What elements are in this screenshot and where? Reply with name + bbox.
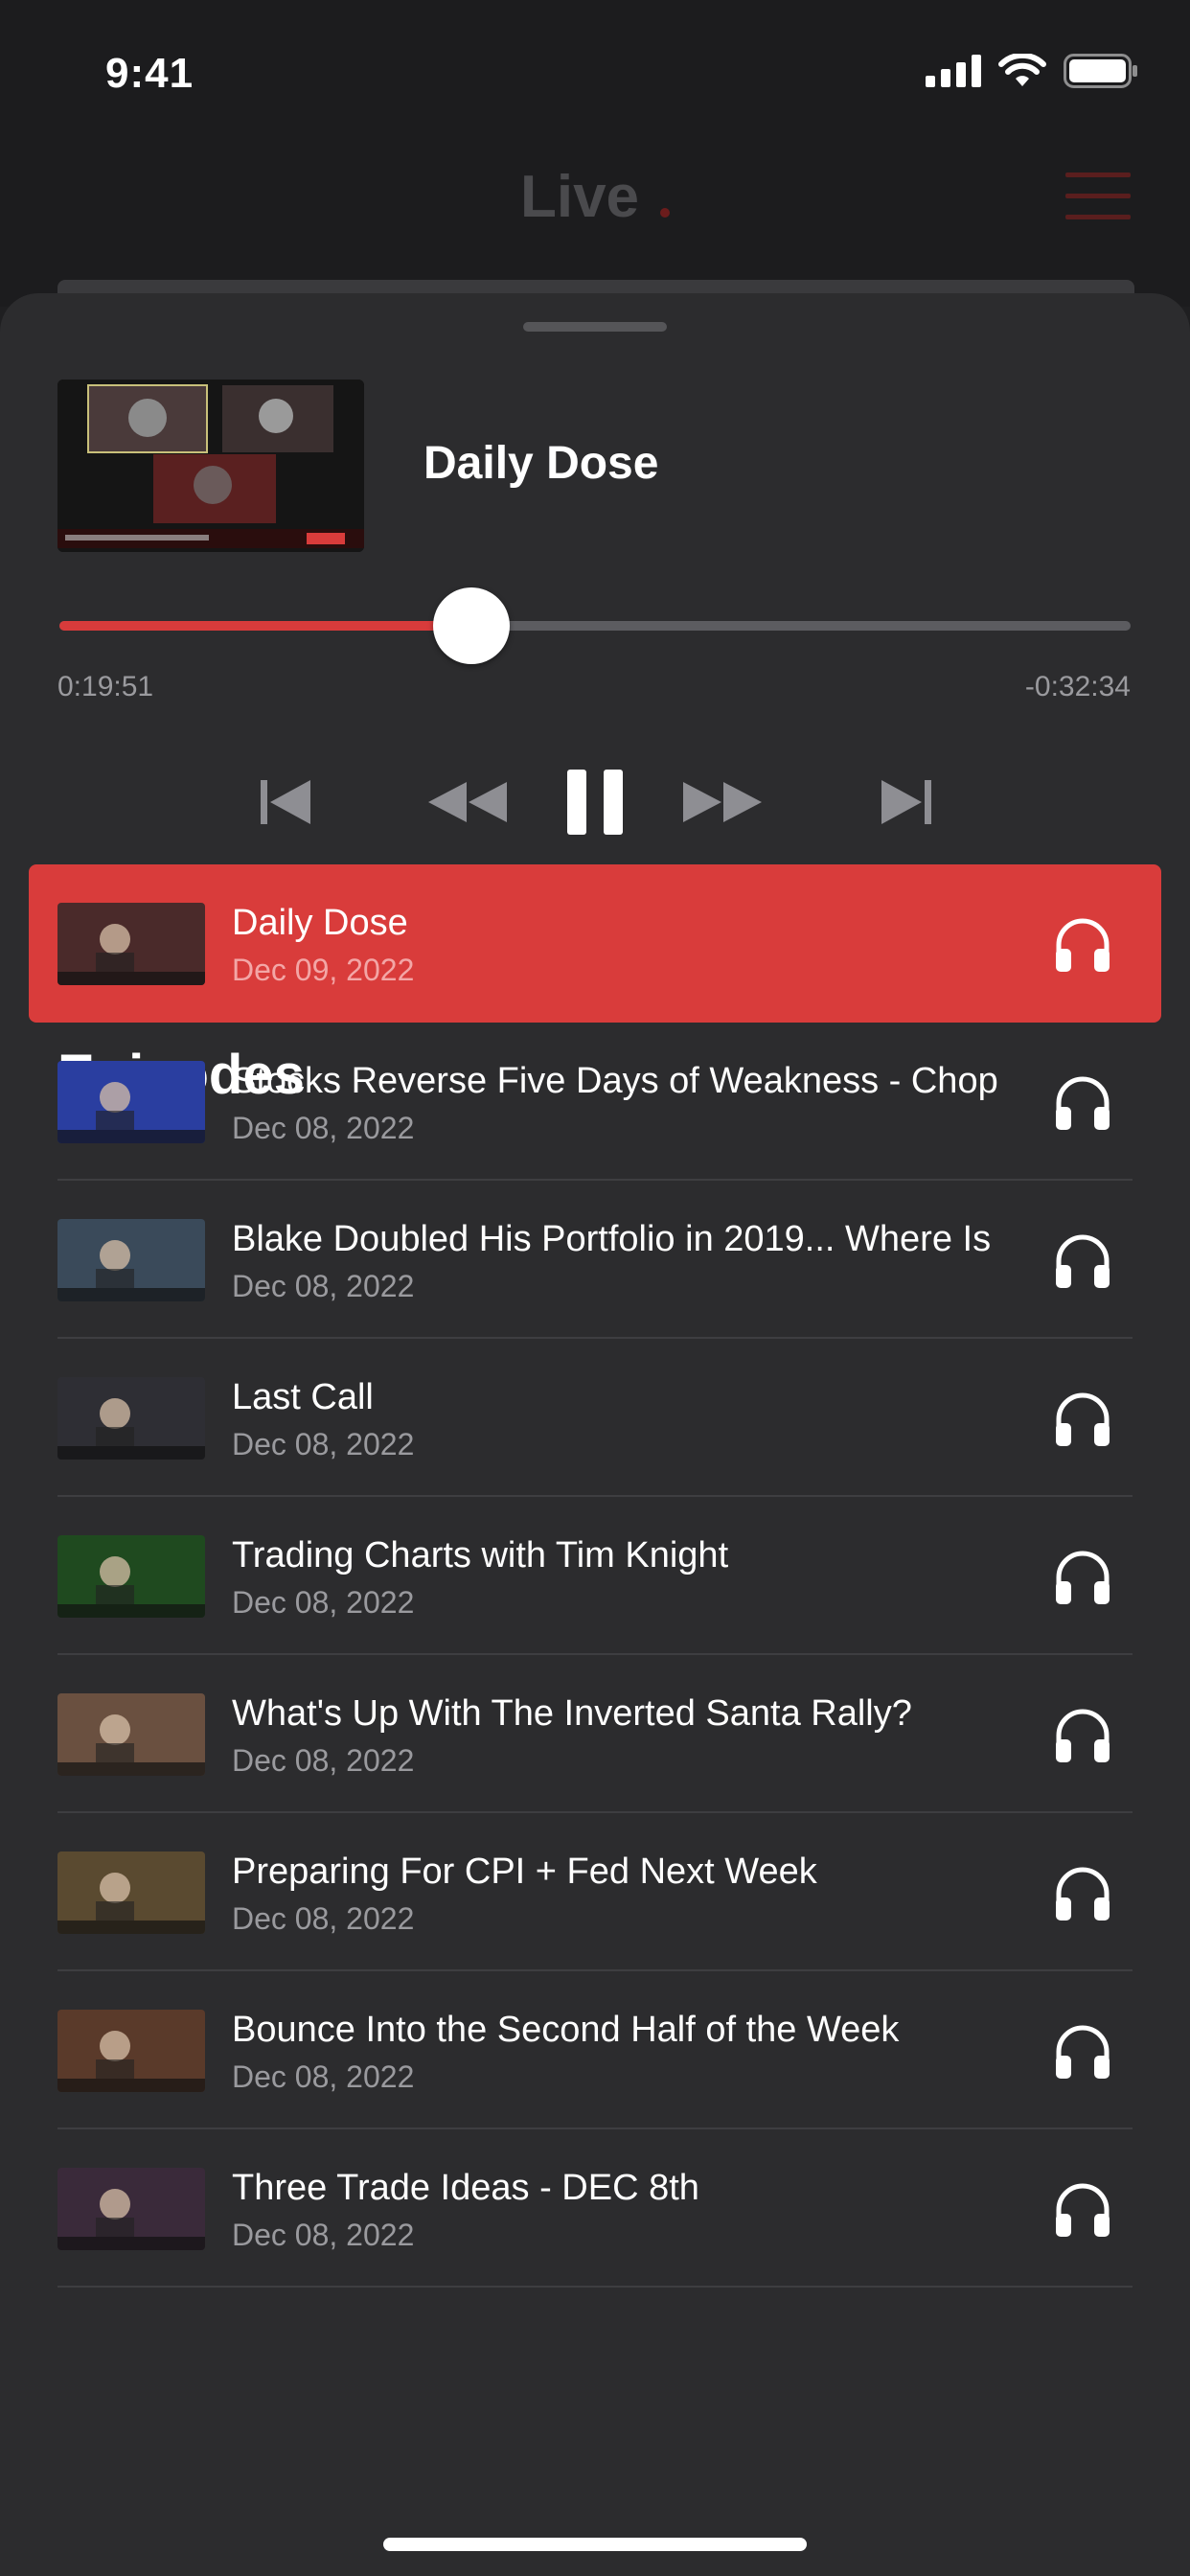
home-indicator [383, 2538, 807, 2551]
listen-button[interactable] [1052, 1389, 1113, 1448]
episode-title: Bounce Into the Second Half of the Week [232, 2010, 900, 2050]
episode-row[interactable]: Preparing For CPI + Fed Next Week Dec 08,… [29, 1813, 1161, 1971]
episode-title: Stocks Reverse Five Days of Weakness - C… [232, 1061, 998, 1101]
rewind-icon [428, 782, 507, 822]
episode-row[interactable]: Daily Dose Dec 09, 2022 [29, 864, 1161, 1023]
headphones-icon [1056, 1076, 1110, 1130]
status-icons [926, 54, 1138, 88]
episode-thumbnail [57, 1377, 205, 1460]
episode-date: Dec 08, 2022 [232, 1269, 415, 1303]
episode-row[interactable]: Blake Doubled His Portfolio in 2019... W… [29, 1181, 1161, 1339]
now-playing-title: Daily Dose [423, 438, 659, 489]
now-playing-artwork [57, 380, 364, 552]
episode-date: Dec 08, 2022 [232, 1111, 415, 1145]
cellular-signal-icon [926, 55, 981, 87]
status-bar: 9:41 [0, 0, 1190, 144]
pause-button[interactable] [556, 759, 634, 845]
episode-title: What's Up With The Inverted Santa Rally? [232, 1693, 912, 1734]
episode-row[interactable]: Three Trade Ideas - DEC 8th Dec 08, 2022 [29, 2129, 1161, 2288]
transport-controls [0, 759, 1190, 845]
background-app: 9:41 Live [0, 0, 1190, 309]
headphones-icon [1056, 2183, 1110, 2237]
listen-button[interactable] [1052, 1547, 1113, 1606]
wifi-icon [998, 54, 1046, 86]
episode-date: Dec 08, 2022 [232, 1743, 415, 1778]
headphones-icon [1056, 918, 1110, 972]
listen-button[interactable] [1052, 914, 1113, 974]
nav-title: Live [519, 164, 640, 230]
headphones-icon [1056, 2025, 1110, 2079]
listen-button[interactable] [1052, 2179, 1113, 2239]
listen-button[interactable] [1052, 2021, 1113, 2081]
episode-title: Three Trade Ideas - DEC 8th [232, 2168, 699, 2208]
remaining-time: -0:32:34 [1024, 671, 1131, 702]
sheet-grabber[interactable] [523, 322, 667, 332]
skip-forward-icon [881, 780, 931, 824]
episode-date: Dec 08, 2022 [232, 1901, 415, 1936]
headphones-icon [1056, 1867, 1110, 1920]
episode-thumbnail [57, 903, 205, 985]
progress-thumb[interactable] [433, 587, 511, 664]
episode-row[interactable]: Last Call Dec 08, 2022 [29, 1339, 1161, 1497]
previous-track-button[interactable] [253, 759, 320, 845]
episode-date: Dec 08, 2022 [232, 2059, 415, 2094]
episode-date: Dec 08, 2022 [232, 1585, 415, 1620]
listen-button[interactable] [1052, 1230, 1113, 1290]
nav-bar: Live [0, 163, 1190, 231]
fast-forward-button[interactable] [675, 759, 770, 845]
status-time: 9:41 [105, 50, 195, 97]
episode-date: Dec 09, 2022 [232, 953, 415, 987]
progress-fill [59, 621, 472, 631]
headphones-icon [1056, 1392, 1110, 1446]
fast-forward-icon [683, 782, 762, 822]
episode-title: Trading Charts with Tim Knight [232, 1535, 729, 1576]
menu-icon[interactable] [1065, 172, 1131, 224]
episode-title: Preparing For CPI + Fed Next Week [232, 1852, 817, 1892]
episode-date: Dec 08, 2022 [232, 2218, 415, 2252]
episode-thumbnail [57, 1219, 205, 1301]
episode-title: Daily Dose [232, 903, 408, 943]
headphones-icon [1056, 1551, 1110, 1604]
episode-thumbnail [57, 2010, 205, 2092]
playback-progress-slider[interactable] [59, 587, 1131, 664]
headphones-icon [1056, 1234, 1110, 1288]
elapsed-time: 0:19:51 [57, 671, 154, 702]
episode-row[interactable]: Stocks Reverse Five Days of Weakness - C… [29, 1023, 1161, 1181]
headphones-icon [1056, 1709, 1110, 1762]
skip-back-icon [261, 780, 310, 824]
episode-thumbnail [57, 1693, 205, 1776]
episode-thumbnail [57, 2168, 205, 2250]
next-track-button[interactable] [872, 759, 939, 845]
listen-button[interactable] [1052, 1863, 1113, 1922]
episode-thumbnail [57, 1535, 205, 1618]
episode-thumbnail [57, 1061, 205, 1143]
live-indicator-dot [660, 207, 671, 218]
episode-title: Blake Doubled His Portfolio in 2019... W… [232, 1219, 998, 1259]
pause-icon [567, 770, 623, 835]
episode-row[interactable]: What's Up With The Inverted Santa Rally?… [29, 1655, 1161, 1813]
episode-row[interactable]: Bounce Into the Second Half of the Week D… [29, 1971, 1161, 2129]
episode-row[interactable]: Trading Charts with Tim Knight Dec 08, 20… [29, 1497, 1161, 1655]
episode-thumbnail [57, 1852, 205, 1934]
listen-button[interactable] [1052, 1072, 1113, 1132]
episode-title: Last Call [232, 1377, 374, 1417]
row-divider [57, 2286, 1133, 2288]
rewind-button[interactable] [420, 759, 515, 845]
listen-button[interactable] [1052, 1705, 1113, 1764]
battery-icon [1064, 54, 1137, 88]
episode-date: Dec 08, 2022 [232, 1427, 415, 1461]
